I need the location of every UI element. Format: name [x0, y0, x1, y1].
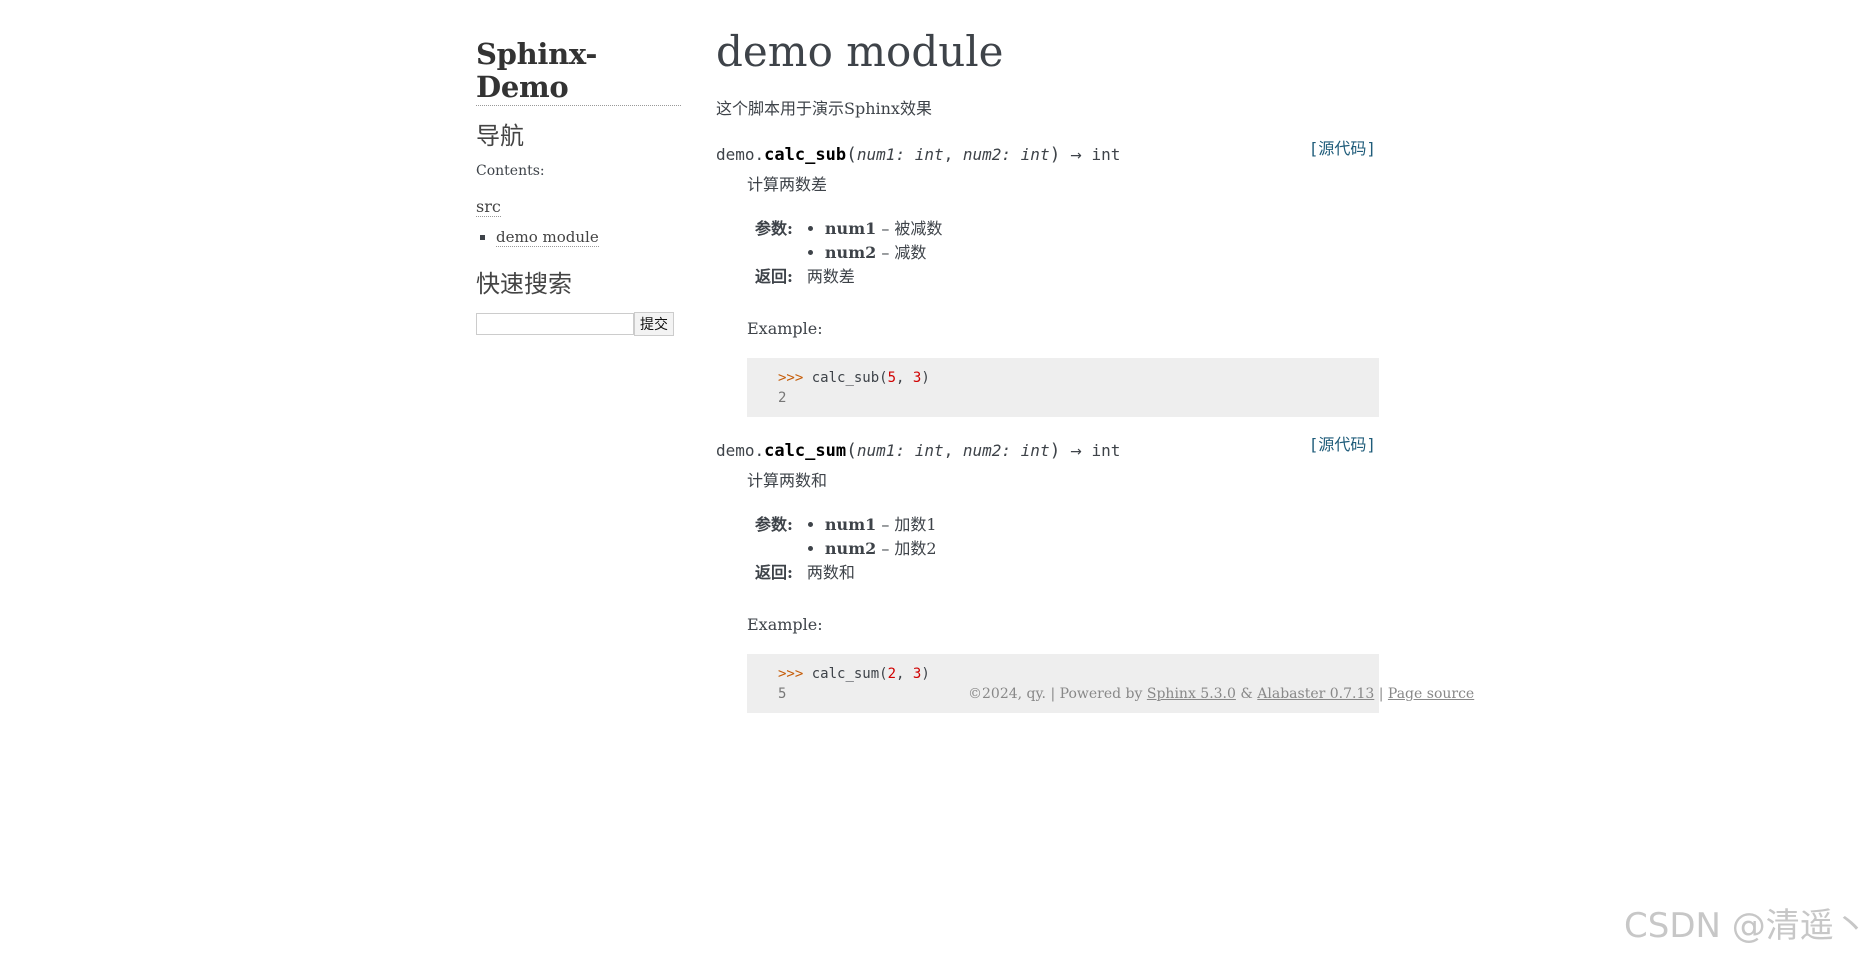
param-name: num1 [824, 218, 877, 238]
sidebar: Sphinx-Demo 导航 Contents: src demo module… [476, 37, 681, 336]
returns-value: 两数差 [806, 266, 855, 286]
code-close: ) [921, 665, 930, 682]
function-description: 计算两数差 [747, 174, 828, 194]
param-desc: – 加数1 [876, 514, 937, 534]
main-content: demo module 这个脚本用于演示Sphinx效果 demo.calc_s… [716, 26, 1379, 735]
sig-name: calc_sub [764, 144, 847, 165]
params-label: 参数: [755, 218, 793, 238]
code-sep: , [896, 369, 913, 386]
function-body: 计算两数差 参数: num1 – 被减数 num2 – 减数 返回: [747, 171, 1379, 417]
search-submit-button[interactable]: 提交 [634, 311, 674, 336]
param-name: num2 [824, 242, 877, 262]
toc-root-link[interactable]: src [476, 196, 501, 217]
toc-list: demo module [476, 227, 681, 247]
footer-copyright: ©2024, qy. | Powered by [968, 686, 1147, 702]
sig-prefix: demo. [716, 144, 765, 164]
function-body: 计算两数和 参数: num1 – 加数1 num2 – 加数2 返回: [747, 467, 1379, 713]
code-call: calc_sub( [811, 369, 888, 386]
sig-comma: , [943, 144, 963, 164]
params-list: num1 – 被减数 num2 – 减数 [807, 217, 943, 265]
function-signature: demo.calc_sub(num1: int, num2: int) → in… [716, 139, 1376, 167]
toc-item: demo module [496, 227, 681, 247]
source-code-link[interactable]: [源代码] [1309, 433, 1376, 457]
function-signature: demo.calc_sum(num1: int, num2: int) → in… [716, 435, 1376, 463]
params-label: 参数: [755, 514, 793, 534]
code-block: >>> calc_sum(2, 3) 5 [747, 653, 1379, 713]
footer-alabaster-link[interactable]: Alabaster 0.7.13 [1257, 686, 1374, 702]
param-item: num1 – 被减数 [825, 217, 943, 241]
source-code-link[interactable]: [源代码] [1309, 137, 1376, 161]
field-list: 参数: num1 – 被减数 num2 – 减数 返回: 两数差 [755, 217, 942, 289]
code-output: 2 [778, 389, 787, 406]
sig-close-paren: ) [1049, 439, 1061, 461]
sig-comma: , [943, 440, 963, 460]
function-description: 计算两数和 [747, 470, 828, 490]
sig-param: num1: int [856, 440, 944, 460]
param-name: num1 [824, 514, 877, 534]
toc-item-demo-module[interactable]: demo module [496, 227, 599, 247]
sig-param: num1: int [856, 144, 944, 164]
param-item: num2 – 减数 [825, 241, 943, 265]
code-arg: 5 [887, 369, 897, 386]
search-input[interactable] [476, 312, 634, 335]
example-label: Example: [747, 318, 823, 338]
param-desc: – 被减数 [876, 218, 943, 238]
sig-arrow: → [1070, 443, 1082, 460]
footer-sphinx-link[interactable]: Sphinx 5.3.0 [1147, 686, 1236, 702]
param-desc: – 减数 [876, 242, 927, 262]
search-form: 提交 [476, 311, 681, 336]
code-close: ) [921, 369, 930, 386]
site-logo-link[interactable]: Sphinx-Demo [476, 37, 681, 106]
footer: ©2024, qy. | Powered by Sphinx 5.3.0 & A… [968, 686, 1474, 702]
nav-heading: 导航 [476, 121, 524, 150]
returns-value: 两数和 [806, 562, 855, 582]
watermark: CSDN @清遥丶 [1624, 906, 1868, 946]
code-arg: 2 [887, 665, 897, 682]
search-heading: 快速搜索 [476, 269, 572, 298]
footer-sep: | [1374, 686, 1388, 702]
field-list: 参数: num1 – 加数1 num2 – 加数2 返回: 两数和 [755, 513, 937, 585]
function-calc-sub: demo.calc_sub(num1: int, num2: int) → in… [716, 139, 1379, 417]
sig-param: num2: int [962, 144, 1050, 164]
code-prompt: >>> [778, 369, 804, 386]
param-item: num2 – 加数2 [825, 537, 937, 561]
sig-return-type: int [1091, 144, 1121, 164]
sig-open-paren: ( [846, 439, 857, 461]
params-list: num1 – 加数1 num2 – 加数2 [807, 513, 937, 561]
param-name: num2 [824, 538, 877, 558]
sig-prefix: demo. [716, 440, 765, 460]
footer-page-source-link[interactable]: Page source [1388, 686, 1474, 702]
sig-close-paren: ) [1049, 143, 1061, 165]
function-calc-sum: demo.calc_sum(num1: int, num2: int) → in… [716, 435, 1379, 713]
code-block: >>> calc_sub(5, 3) 2 [747, 357, 1379, 417]
example-label: Example: [747, 614, 823, 634]
code-call: calc_sum( [811, 665, 888, 682]
returns-label: 返回: [755, 562, 793, 582]
code-line: >>> calc_sum(2, 3) [778, 664, 1379, 684]
contents-caption: Contents: [476, 162, 545, 179]
returns-label: 返回: [755, 266, 793, 286]
sig-name: calc_sum [764, 440, 847, 461]
sig-return-type: int [1091, 440, 1121, 460]
intro-text: 这个脚本用于演示Sphinx效果 [716, 98, 932, 118]
param-desc: – 加数2 [876, 538, 937, 558]
code-line: >>> calc_sub(5, 3) [778, 368, 1379, 388]
page-title: demo module [716, 27, 1004, 76]
code-sep: , [896, 665, 913, 682]
sig-arrow: → [1070, 147, 1082, 164]
page: Sphinx-Demo 导航 Contents: src demo module… [0, 0, 1872, 956]
footer-amp: & [1235, 686, 1258, 702]
param-item: num1 – 加数1 [825, 513, 937, 537]
sig-open-paren: ( [846, 143, 857, 165]
sig-param: num2: int [962, 440, 1050, 460]
code-prompt: >>> [778, 665, 804, 682]
